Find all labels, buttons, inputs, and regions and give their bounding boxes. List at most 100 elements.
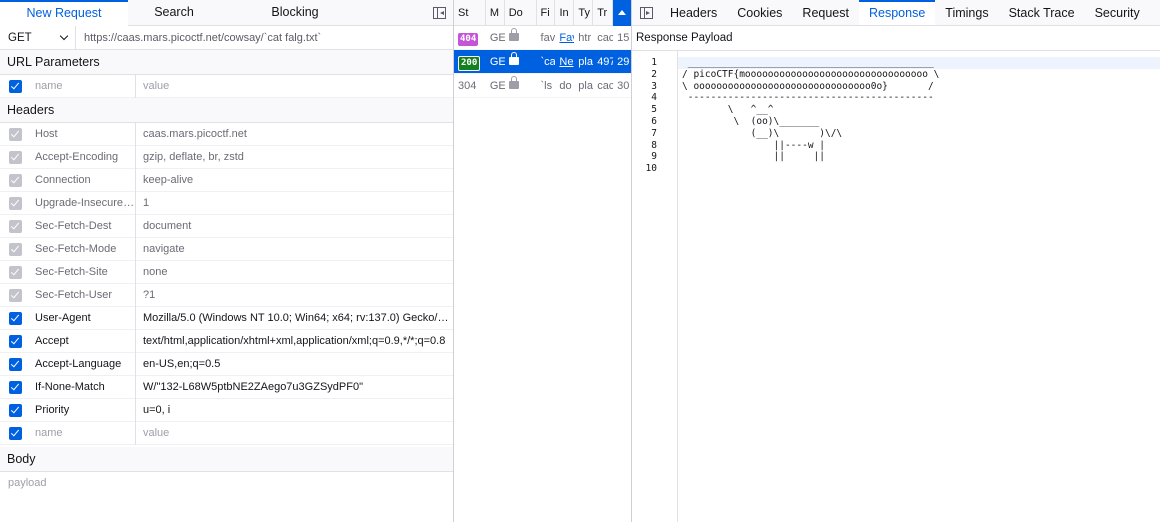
header-checkbox	[8, 219, 22, 233]
request-row[interactable]: 200 GET `caNepla 497 29	[454, 50, 631, 74]
initiator-cell[interactable]: do	[555, 74, 574, 98]
checkbox-cell	[0, 307, 30, 330]
header-value-input[interactable]: value	[135, 421, 453, 445]
header-row: Sec-Fetch-Mode navigate	[0, 237, 453, 261]
header-value[interactable]: en-US,en;q=0.5	[135, 352, 453, 376]
url-param-new-row: name value	[0, 74, 453, 98]
code-line: / picoCTF{mooooooooooooooooooooooooooooo…	[682, 68, 940, 80]
header-name[interactable]: Host	[30, 123, 135, 146]
header-row: Sec-Fetch-Dest document	[0, 214, 453, 238]
file-cell: fav	[540, 31, 556, 44]
initiator-cell[interactable]: Ne	[555, 50, 574, 74]
tab-headers[interactable]: Headers	[660, 0, 727, 25]
request-row[interactable]: 404 GET favFavhtrcac15	[454, 26, 631, 50]
header-name[interactable]: Connection	[30, 169, 135, 192]
lock-icon	[508, 75, 519, 89]
line-number: 7	[651, 127, 657, 139]
header-value[interactable]: Mozilla/5.0 (Windows NT 10.0; Win64; x64…	[135, 306, 453, 330]
header-row: Upgrade-Insecure-Requests1	[0, 191, 453, 215]
column-file[interactable]: Fi	[537, 0, 556, 26]
header-value[interactable]: u=0, i	[135, 398, 453, 422]
header-name[interactable]: Sec-Fetch-Site	[30, 261, 135, 284]
tab-stack-trace[interactable]: Stack Trace	[999, 0, 1085, 25]
header-value[interactable]: ?1	[135, 283, 453, 307]
column-method[interactable]: M	[486, 0, 505, 26]
header-value[interactable]: document	[135, 214, 453, 238]
header-checkbox[interactable]	[8, 311, 22, 325]
request-details-panel: Headers Cookies Request Response Timings Stac…	[632, 0, 1160, 522]
header-value[interactable]: keep-alive	[135, 168, 453, 192]
tab-request[interactable]: Request	[792, 0, 859, 25]
column-transferred[interactable]: Tr	[593, 0, 614, 26]
response-editor[interactable]: 1 2 3 4 5 6 7 8 9 10 ____________________________…	[632, 51, 1160, 522]
type-cell: htr	[578, 31, 592, 44]
header-row: Accept-Encoding gzip, deflate, br, zstd	[0, 145, 453, 169]
request-row[interactable]: 304 GET `ls doplacac30	[454, 74, 631, 98]
tab-cookies[interactable]: Cookies	[727, 0, 792, 25]
tab-security[interactable]: Security	[1085, 0, 1150, 25]
body-heading[interactable]: Body	[0, 447, 453, 472]
tab-response[interactable]: Response	[858, 0, 936, 25]
url-parameters-heading[interactable]: URL Parameters	[0, 50, 453, 75]
header-value[interactable]: W/"132-L68W5ptbNE2ZAego7u3GZSydPF0"	[135, 375, 453, 399]
checkbox-cell	[0, 284, 30, 307]
method-select[interactable]: GET	[0, 25, 76, 50]
lock-icon	[508, 27, 519, 41]
header-name[interactable]: Sec-Fetch-User	[30, 284, 135, 307]
checkbox-cell	[0, 353, 30, 376]
line-number: 5	[651, 104, 657, 116]
cause-cell: 497	[597, 55, 613, 68]
column-type[interactable]: Ty	[574, 0, 594, 26]
param-value-input[interactable]: value	[135, 74, 453, 98]
header-value[interactable]: text/html,application/xhtml+xml,applicat…	[135, 329, 453, 353]
header-name[interactable]: Upgrade-Insecure-Requests	[30, 192, 135, 215]
column-domain[interactable]: Do	[505, 0, 537, 26]
header-value[interactable]: none	[135, 260, 453, 284]
headers-heading[interactable]: Headers	[0, 98, 453, 123]
header-name-input[interactable]: name	[30, 422, 135, 445]
header-name[interactable]: Priority	[30, 399, 135, 422]
code-line: ________________________________________…	[678, 57, 1160, 69]
header-name[interactable]: User-Agent	[30, 307, 135, 330]
panel-toggle[interactable]	[632, 0, 660, 25]
header-name[interactable]: Sec-Fetch-Mode	[30, 238, 135, 261]
header-checkbox	[8, 150, 22, 164]
sort-ascending-icon[interactable]	[613, 0, 631, 26]
param-checkbox[interactable]	[8, 79, 22, 93]
request-list-panel: St M Do Fi In Ty Tr 404GETfavFavhtrcac15…	[454, 0, 632, 522]
initiator-cell[interactable]: Fav	[555, 26, 574, 50]
response-payload-heading[interactable]: Response Payload	[632, 26, 1160, 51]
header-checkbox[interactable]	[8, 334, 22, 348]
initiator-link[interactable]: Fav	[559, 32, 574, 44]
size-cell: 29	[617, 55, 630, 68]
header-value[interactable]: navigate	[135, 237, 453, 261]
header-checkbox[interactable]	[8, 426, 22, 440]
body-payload-input[interactable]: payload	[0, 472, 453, 494]
header-name[interactable]: Accept-Encoding	[30, 146, 135, 169]
method-cell: GET	[489, 55, 505, 68]
column-initiator[interactable]: In	[555, 0, 575, 26]
chevron-down-icon	[59, 31, 69, 41]
header-name[interactable]: Accept	[30, 330, 135, 353]
header-checkbox[interactable]	[8, 403, 22, 417]
header-checkbox	[8, 127, 22, 141]
tab-search[interactable]: Search	[128, 0, 220, 26]
header-value[interactable]: 1	[135, 191, 453, 215]
initiator-link[interactable]: Ne	[559, 56, 573, 68]
header-name[interactable]: If-None-Match	[30, 376, 135, 399]
column-status[interactable]: St	[454, 0, 486, 26]
sidebar-toggle-icon[interactable]	[433, 7, 446, 19]
response-code[interactable]: ________________________________________…	[678, 51, 1160, 522]
header-name[interactable]: Sec-Fetch-Dest	[30, 215, 135, 238]
header-checkbox[interactable]	[8, 357, 22, 371]
url-input[interactable]: https://caas.mars.picoctf.net/cowsay/`ca…	[76, 32, 453, 44]
tab-timings[interactable]: Timings	[935, 0, 998, 25]
header-name[interactable]: Accept-Language	[30, 353, 135, 376]
tab-blocking[interactable]: Blocking	[220, 0, 370, 26]
header-value[interactable]: gzip, deflate, br, zstd	[135, 145, 453, 169]
header-value[interactable]: caas.mars.picoctf.net	[135, 122, 453, 146]
param-name-input[interactable]: name	[30, 75, 135, 98]
tab-new-request[interactable]: New Request	[0, 0, 128, 26]
header-checkbox[interactable]	[8, 380, 22, 394]
status-cell: 404	[454, 26, 486, 50]
